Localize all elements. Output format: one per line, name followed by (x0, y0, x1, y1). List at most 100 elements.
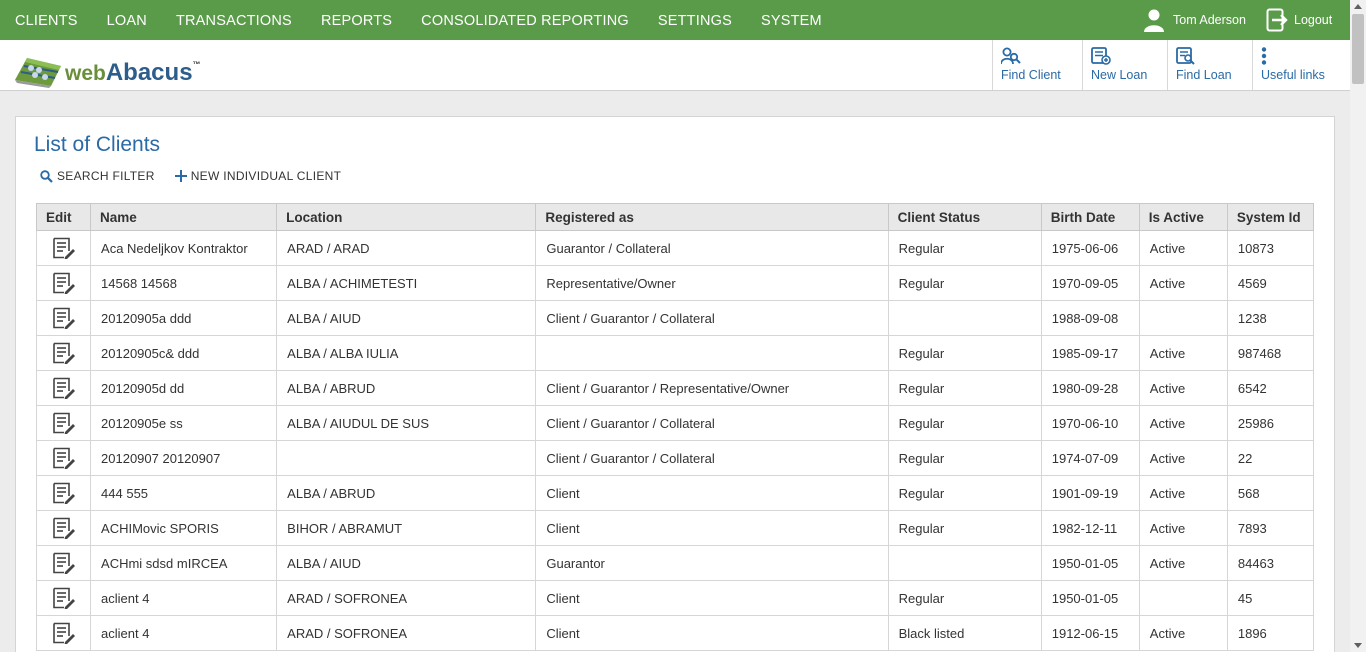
edit-cell[interactable] (35, 300, 92, 336)
more-vertical-icon (1261, 47, 1267, 65)
abacus-logo-icon (15, 58, 61, 88)
table-row[interactable]: 20120905c& ddd ALBA / ALBA IULIA Regular 19… (35, 335, 1315, 371)
table-row[interactable]: aclient 4 ARAD / SOFRONEA Client Black list… (35, 615, 1315, 651)
cell-registered-as: Client (535, 615, 889, 651)
find-loan-link[interactable]: Find Loan (1167, 40, 1252, 90)
app-header: webAbacus™ Find Client New Loan Find Loa… (0, 40, 1350, 91)
brand-part-abacus: Abacus (105, 59, 193, 86)
new-loan-icon (1091, 47, 1111, 65)
table-row[interactable]: ACHIMovic SPORIS BIHOR / ABRAMUT Client Reg… (35, 510, 1315, 546)
plus-icon (174, 170, 187, 182)
table-row[interactable]: 444 555 ALBA / ABRUD Client Regular 1901-09-… (35, 475, 1315, 511)
edit-document-icon (52, 587, 75, 609)
cell-name: aclient 4 (90, 580, 278, 616)
search-filter-label: SEARCH FILTER (57, 169, 155, 183)
new-individual-client-button[interactable]: NEW INDIVIDUAL CLIENT (174, 169, 342, 183)
edit-cell[interactable] (35, 475, 92, 511)
cell-birth-date: 1950-01-05 (1040, 580, 1140, 616)
cell-name: 20120907 20120907 (90, 440, 278, 476)
nav-menu-transactions[interactable]: TRANSACTIONS (161, 0, 306, 40)
table-row[interactable]: 14568 14568 ALBA / ACHIMETESTI Representat… (35, 265, 1315, 301)
useful-links-menu[interactable]: Useful links (1252, 40, 1350, 90)
find-client-icon (1001, 47, 1021, 65)
nav-menu-settings[interactable]: SETTINGS (643, 0, 746, 40)
search-icon (40, 169, 53, 183)
table-row[interactable]: aclient 4 ARAD / SOFRONEA Client Regular 195… (35, 580, 1315, 616)
cell-client-status: Regular (887, 265, 1042, 301)
edit-document-icon (52, 447, 75, 469)
column-header-system-id[interactable]: System Id (1226, 203, 1315, 231)
list-toolbar: SEARCH FILTER NEW INDIVIDUAL CLIENT (40, 169, 361, 183)
edit-cell[interactable] (35, 405, 92, 441)
brand-tm: ™ (192, 60, 201, 69)
nav-menu-consolidated-reporting[interactable]: CONSOLIDATED REPORTING (406, 0, 643, 40)
nav-menu-reports[interactable]: REPORTS (306, 0, 406, 40)
search-filter-button[interactable]: SEARCH FILTER (40, 169, 155, 183)
cell-registered-as: Client (535, 475, 889, 511)
column-header-is-active[interactable]: Is Active (1138, 203, 1228, 231)
new-loan-link[interactable]: New Loan (1082, 40, 1167, 90)
user-name: Tom Aderson (1173, 13, 1246, 27)
column-header-name[interactable]: Name (90, 203, 278, 231)
cell-birth-date: 1985-09-17 (1040, 335, 1140, 371)
cell-location (276, 440, 537, 476)
table-row[interactable]: 20120907 20120907 Client / Guarantor / Co… (35, 440, 1315, 476)
page-scrollbar[interactable] (1350, 0, 1366, 652)
nav-menu-system[interactable]: SYSTEM (746, 0, 836, 40)
new-loan-label: New Loan (1091, 68, 1148, 82)
column-header-birth-date[interactable]: Birth Date (1040, 203, 1140, 231)
edit-cell[interactable] (35, 545, 92, 581)
column-header-location[interactable]: Location (276, 203, 537, 231)
column-header-client-status[interactable]: Client Status (887, 203, 1042, 231)
edit-cell[interactable] (35, 615, 92, 651)
page-title: List of Clients (34, 133, 161, 156)
cell-is-active: Active (1138, 440, 1228, 476)
find-client-link[interactable]: Find Client (992, 40, 1082, 90)
main-menu: CLIENTS LOAN TRANSACTIONS REPORTS CONSOLIDAT… (0, 0, 836, 40)
table-row[interactable]: ACHmi sdsd mIRCEA ALBA / AIUD Guarantor 195… (35, 545, 1315, 581)
cell-client-status (887, 545, 1042, 581)
cell-location: ALBA / ABRUD (276, 370, 537, 406)
cell-birth-date: 1970-06-10 (1040, 405, 1140, 441)
table-row[interactable]: 20120905e ss ALBA / AIUDUL DE SUS Client /… (35, 405, 1315, 441)
cell-birth-date: 1974-07-09 (1040, 440, 1140, 476)
cell-is-active: Active (1138, 615, 1228, 651)
edit-cell[interactable] (35, 265, 92, 301)
edit-cell[interactable] (35, 335, 92, 371)
scroll-up-arrow-icon[interactable] (1354, 4, 1362, 9)
edit-cell[interactable] (35, 580, 92, 616)
edit-cell[interactable] (35, 230, 92, 266)
scrollbar-thumb[interactable] (1352, 14, 1364, 84)
table-row[interactable]: 20120905d dd ALBA / ABRUD Client / Guarant… (35, 370, 1315, 406)
nav-menu-loan[interactable]: LOAN (92, 0, 161, 40)
brand-part-web: web (65, 62, 106, 85)
edit-cell[interactable] (35, 510, 92, 546)
cell-is-active: Active (1138, 545, 1228, 581)
cell-is-active: Active (1138, 405, 1228, 441)
user-menu[interactable]: Tom Aderson (1144, 8, 1246, 32)
edit-document-icon (52, 552, 75, 574)
cell-registered-as: Client (535, 580, 889, 616)
find-loan-label: Find Loan (1176, 68, 1232, 82)
edit-document-icon (52, 237, 75, 259)
edit-cell[interactable] (35, 440, 92, 476)
scroll-down-arrow-icon[interactable] (1354, 643, 1362, 648)
edit-document-icon (52, 517, 75, 539)
column-header-edit[interactable]: Edit (35, 203, 92, 231)
cell-birth-date: 1980-09-28 (1040, 370, 1140, 406)
logout-button[interactable]: Logout (1266, 8, 1332, 32)
edit-cell[interactable] (35, 370, 92, 406)
table-row[interactable]: 20120905a ddd ALBA / AIUD Client / Guarant… (35, 300, 1315, 336)
brand-logo[interactable]: webAbacus™ (13, 50, 201, 88)
nav-menu-clients[interactable]: CLIENTS (0, 0, 92, 40)
column-header-registered-as[interactable]: Registered as (535, 203, 889, 231)
cell-system-id: 1238 (1226, 300, 1315, 336)
cell-client-status (887, 300, 1042, 336)
cell-is-active: Active (1138, 230, 1228, 266)
cell-system-id: 4569 (1226, 265, 1315, 301)
cell-is-active: Active (1138, 265, 1228, 301)
cell-registered-as: Representative/Owner (535, 265, 889, 301)
cell-system-id: 22 (1226, 440, 1315, 476)
cell-location: ALBA / ACHIMETESTI (276, 265, 537, 301)
table-row[interactable]: Aca Nedeljkov Kontraktor ARAD / ARAD Guara… (35, 230, 1315, 266)
